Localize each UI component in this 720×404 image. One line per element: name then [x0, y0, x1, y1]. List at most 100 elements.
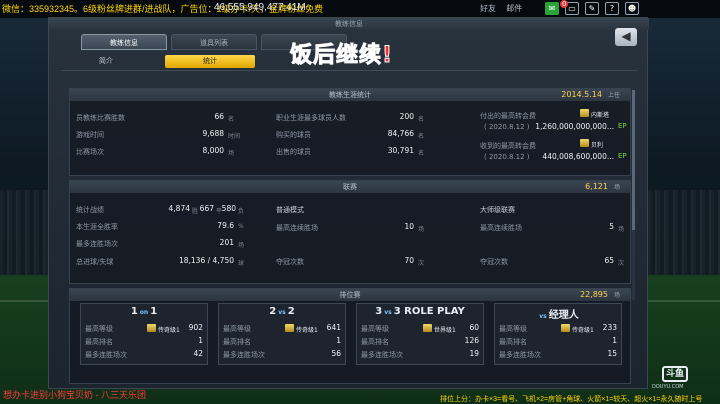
- ranked-label: 最高排名: [85, 338, 113, 346]
- player-name: 贝利: [591, 142, 604, 149]
- league-label: 夺冠次数: [276, 258, 304, 266]
- ranked-label: 最多连胜场次: [223, 351, 265, 359]
- transfer-fee: 440,008,600,000...: [542, 152, 614, 161]
- ranked-value: 15: [607, 349, 617, 358]
- ranked-value: 1: [612, 336, 617, 345]
- league-label: 最多连胜场次: [76, 240, 118, 248]
- friends-link[interactable]: 好友: [480, 4, 496, 13]
- ranked-label: 最多连胜场次: [499, 351, 541, 359]
- league-label: 统计战绩: [76, 206, 104, 214]
- ranked-value: 233: [602, 323, 617, 332]
- career-date: 2014.5.14 上任: [561, 90, 620, 99]
- scrollbar[interactable]: [632, 90, 635, 300]
- league-unit: 次: [618, 260, 625, 267]
- stream-bottom-left: 想办卡进别小狗宝贝奶 - 八三天乐团: [3, 390, 146, 400]
- transfer-fee: 1,260,000,000,000...: [535, 122, 614, 131]
- career-label: 付出的最高转会费: [480, 112, 536, 120]
- ranked-mode-card: vs 经理人 最高等级 传奇级1 233 最高排名 1 最多连胜场次 15: [494, 303, 622, 365]
- league-value: 5: [609, 222, 614, 231]
- scrollbar-thumb[interactable]: [632, 90, 635, 230]
- ranked-value: 902: [188, 323, 203, 332]
- ranked-score: 22,895 场: [579, 290, 620, 299]
- back-arrow-icon[interactable]: ◀: [615, 28, 637, 46]
- career-section: 教练生涯统计 2014.5.14 上任 员教练比赛胜数 66 名 游戏时间 9,6…: [69, 88, 631, 176]
- league-value: 10: [404, 222, 414, 231]
- stream-top-bar: 微信：335932345。6级粉丝牌进群/进战队，广告位：1级办卡/天，金牌粉丝…: [0, 0, 720, 18]
- ranked-mode-title: 3 vs 3 ROLE PLAY: [375, 306, 465, 317]
- rank-badge-icon: [423, 324, 432, 332]
- league-title: 联赛: [70, 181, 630, 193]
- money-display: 46,555,949,477.41M: [214, 2, 306, 13]
- league-unit: %: [238, 223, 244, 230]
- subtab-intro[interactable]: 简介: [61, 55, 151, 68]
- ep-label: EP: [618, 122, 627, 130]
- ranked-section: 排位赛 22,895 场 1 on 1 最高等级 传奇级1 902 最高排名 1 最多连胜场次 42…: [69, 288, 631, 384]
- coach-info-panel: 教练信息 教练信息 道具列表 ◀ 简介 统计 教练生涯统计 2014.5.14 上…: [48, 17, 649, 389]
- tab-coach-info[interactable]: 教练信息: [81, 34, 167, 50]
- career-unit: 名: [418, 133, 425, 140]
- ranked-label: 最多连胜场次: [361, 351, 403, 359]
- career-unit: 名: [418, 116, 425, 123]
- league-mode-label: 普通模式: [276, 206, 304, 214]
- career-value: 200: [399, 112, 414, 121]
- ranked-value: 1: [336, 336, 341, 345]
- league-label: 本生涯全胜率: [76, 223, 118, 231]
- career-value: 9,688: [202, 129, 224, 138]
- mail-link[interactable]: 邮件: [506, 4, 522, 13]
- league-unit: 场: [618, 226, 625, 233]
- league-value: 79.6: [217, 221, 234, 230]
- career-title: 教练生涯统计: [70, 89, 630, 101]
- rank-badge-icon: [285, 324, 294, 332]
- profile-icon[interactable]: ☻: [625, 2, 639, 15]
- ranked-value: 19: [469, 349, 479, 358]
- douyu-url: DOUYU.COM: [652, 384, 684, 390]
- transfer-date: ( 2020.8.12 ): [484, 153, 530, 161]
- ranked-mode-card: 3 vs 3 ROLE PLAY 最高等级 世界级1 60 最高排名 126 最多连胜场次 19: [356, 303, 484, 365]
- stream-caption: 饭后继续!: [289, 43, 394, 69]
- ranked-label: 最高等级: [361, 325, 389, 333]
- ranked-title: 排位赛: [70, 289, 630, 301]
- ranked-label: 最高排名: [361, 338, 389, 346]
- ranked-label: 最高等级: [223, 325, 251, 333]
- league-value: 201: [219, 238, 234, 247]
- league-unit: 次: [418, 260, 425, 267]
- ranked-mode-card: 2 vs 2 最高等级 传奇级1 641 最高排名 1 最多连胜场次 56: [218, 303, 346, 365]
- career-label: 员教练比赛胜数: [76, 114, 125, 122]
- career-label: 职业生涯最多球员人数: [276, 114, 346, 122]
- career-value: 30,791: [387, 146, 414, 155]
- career-unit: 名: [228, 116, 235, 123]
- panel-title: 教练信息: [49, 18, 649, 30]
- help-icon[interactable]: ?: [605, 2, 619, 15]
- career-label: 比赛场次: [76, 148, 104, 156]
- rank-badge-icon: [561, 324, 570, 332]
- ranked-mode-title: 1 on 1: [130, 306, 158, 317]
- chat-icon[interactable]: ✉: [545, 2, 559, 15]
- player-card-icon: [580, 139, 589, 147]
- league-unit: 场: [238, 242, 245, 249]
- douyu-logo-text: 斗鱼: [662, 366, 688, 382]
- ranked-value: 42: [193, 349, 203, 358]
- league-label: 最高连续胜场: [480, 224, 522, 232]
- league-section: 联赛 6,121 场 统计战绩 4,874 胜 667 平 580 负 本生涯全胜…: [69, 180, 631, 284]
- ranked-value: 1: [198, 336, 203, 345]
- career-value: 8,000: [202, 146, 224, 155]
- career-value: 84,766: [387, 129, 414, 138]
- ranked-value: 56: [331, 349, 341, 358]
- ranked-value: 126: [464, 336, 479, 345]
- career-unit: 场: [228, 150, 235, 157]
- ranked-label: 最高等级: [499, 325, 527, 333]
- transfer-date: ( 2020.8.12 ): [484, 123, 530, 131]
- career-label: 游戏时间: [76, 131, 104, 139]
- league-value: 65: [604, 256, 614, 265]
- league-unit: 球: [238, 260, 245, 267]
- subtab-stats[interactable]: 统计: [165, 55, 255, 68]
- league-value: 70: [404, 256, 414, 265]
- ranked-value: 60: [469, 323, 479, 332]
- douyu-logo: 斗鱼 DOUYU.COM: [652, 364, 708, 392]
- ranked-mode-card: 1 on 1 最高等级 传奇级1 902 最高排名 1 最多连胜场次 42: [80, 303, 208, 365]
- tab-items[interactable]: 道具列表: [171, 34, 257, 50]
- ranked-label: 最高等级: [85, 325, 113, 333]
- edit-icon[interactable]: ✎: [585, 2, 599, 15]
- rank-badge-icon: [147, 324, 156, 332]
- league-losses: 580: [221, 204, 236, 213]
